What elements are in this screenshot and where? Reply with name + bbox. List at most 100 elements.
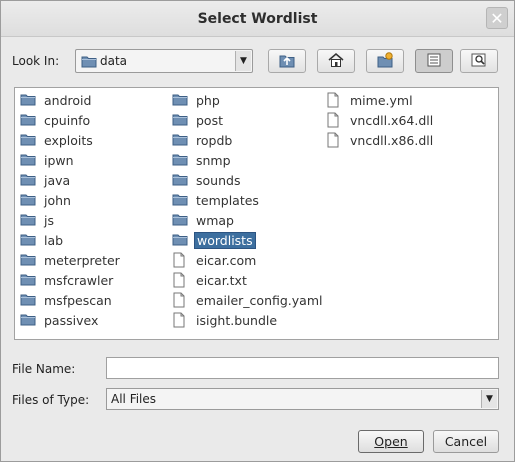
chevron-down-icon[interactable]: ▼ bbox=[481, 390, 497, 408]
folder-icon bbox=[20, 292, 36, 308]
folder-item[interactable]: ropdb bbox=[172, 131, 234, 149]
file-icon bbox=[172, 272, 188, 288]
folder-icon bbox=[20, 92, 36, 108]
folder-icon bbox=[172, 192, 188, 208]
select-wordlist-dialog: Select Wordlist ✕ Look In: data ▼ androi… bbox=[0, 0, 515, 462]
close-icon: ✕ bbox=[490, 8, 504, 28]
file-name-label: ipwn bbox=[44, 152, 74, 168]
folder-item[interactable]: wmap bbox=[172, 211, 236, 229]
close-button[interactable]: ✕ bbox=[486, 7, 508, 29]
folder-item[interactable]: snmp bbox=[172, 151, 233, 169]
file-name-label: passivex bbox=[44, 312, 99, 328]
folder-item[interactable]: cpuinfo bbox=[20, 111, 92, 129]
file-icon bbox=[172, 292, 188, 308]
file-name-label: templates bbox=[196, 192, 259, 208]
file-name-label: emailer_config.yaml bbox=[196, 292, 323, 308]
home-icon bbox=[327, 52, 345, 71]
file-icon bbox=[172, 312, 188, 328]
folder-item[interactable]: post bbox=[172, 111, 225, 129]
files-of-type-value: All Files bbox=[111, 392, 157, 406]
folder-item[interactable]: exploits bbox=[20, 131, 95, 149]
file-name-label: java bbox=[44, 172, 71, 188]
folder-item[interactable]: passivex bbox=[20, 311, 100, 329]
folder-icon bbox=[20, 132, 36, 148]
folder-icon bbox=[20, 212, 36, 228]
folder-item[interactable]: lab bbox=[20, 231, 65, 249]
chevron-down-icon[interactable]: ▼ bbox=[235, 51, 251, 71]
folder-item[interactable]: android bbox=[20, 91, 93, 109]
cancel-button[interactable]: Cancel bbox=[433, 430, 499, 453]
file-name-label: isight.bundle bbox=[196, 312, 278, 328]
details-view-icon bbox=[470, 52, 488, 71]
file-icon bbox=[326, 132, 342, 148]
folder-up-icon bbox=[278, 52, 296, 71]
file-item[interactable]: vncdll.x86.dll bbox=[326, 131, 435, 149]
folder-icon bbox=[20, 312, 36, 328]
file-item[interactable]: eicar.com bbox=[172, 251, 258, 269]
dialog-title: Select Wordlist bbox=[197, 11, 318, 27]
folder-item[interactable]: meterpreter bbox=[20, 251, 122, 269]
folder-item[interactable]: templates bbox=[172, 191, 261, 209]
folder-icon bbox=[172, 152, 188, 168]
file-name-label: wmap bbox=[196, 212, 234, 228]
folder-icon bbox=[20, 232, 36, 248]
folder-icon bbox=[172, 232, 188, 248]
folder-icon bbox=[172, 212, 188, 228]
files-of-type-label: Files of Type: bbox=[12, 393, 90, 407]
folder-icon bbox=[81, 54, 97, 71]
file-name-label: exploits bbox=[44, 132, 93, 148]
list-view-icon bbox=[426, 53, 442, 70]
folder-icon bbox=[172, 132, 188, 148]
details-view-button[interactable] bbox=[460, 49, 498, 73]
folder-item[interactable]: msfpescan bbox=[20, 291, 114, 309]
file-name-label: msfpescan bbox=[44, 292, 112, 308]
file-item[interactable]: isight.bundle bbox=[172, 311, 279, 329]
file-icon bbox=[326, 92, 342, 108]
look-in-combo[interactable]: data ▼ bbox=[75, 49, 253, 73]
file-name-label: File Name: bbox=[12, 362, 76, 376]
file-item[interactable]: vncdll.x64.dll bbox=[326, 111, 435, 129]
folder-item[interactable]: wordlists bbox=[172, 231, 256, 249]
title-bar[interactable]: Select Wordlist ✕ bbox=[1, 1, 514, 37]
file-name-label: eicar.com bbox=[196, 252, 257, 268]
file-name-label: msfcrawler bbox=[44, 272, 114, 288]
file-item[interactable]: eicar.txt bbox=[172, 271, 249, 289]
file-name-input[interactable] bbox=[106, 357, 499, 379]
folder-icon bbox=[172, 92, 188, 108]
folder-icon bbox=[20, 192, 36, 208]
file-name-label: snmp bbox=[196, 152, 231, 168]
files-of-type-combo[interactable]: All Files ▼ bbox=[106, 388, 499, 410]
folder-icon bbox=[20, 252, 36, 268]
file-icon bbox=[172, 252, 188, 268]
folder-icon bbox=[20, 152, 36, 168]
folder-item[interactable]: java bbox=[20, 171, 72, 189]
look-in-value: data bbox=[100, 54, 128, 68]
home-button[interactable] bbox=[317, 49, 355, 73]
file-name-label: php bbox=[196, 92, 220, 108]
file-item[interactable]: emailer_config.yaml bbox=[172, 291, 324, 309]
file-name-label: post bbox=[196, 112, 223, 128]
file-name-label: sounds bbox=[196, 172, 241, 188]
folder-item[interactable]: js bbox=[20, 211, 56, 229]
folder-item[interactable]: php bbox=[172, 91, 222, 109]
file-item[interactable]: mime.yml bbox=[326, 91, 415, 109]
open-button-label: Open bbox=[374, 434, 408, 449]
file-icon bbox=[326, 112, 342, 128]
new-folder-button[interactable] bbox=[366, 49, 404, 73]
folder-icon bbox=[20, 112, 36, 128]
folder-item[interactable]: msfcrawler bbox=[20, 271, 115, 289]
folder-item[interactable]: ipwn bbox=[20, 151, 76, 169]
file-name-label: mime.yml bbox=[350, 92, 413, 108]
new-folder-icon bbox=[376, 51, 394, 71]
file-name-label: cpuinfo bbox=[44, 112, 91, 128]
look-in-label: Look In: bbox=[12, 54, 60, 68]
open-button[interactable]: Open bbox=[358, 430, 424, 453]
folder-icon bbox=[20, 272, 36, 288]
file-name-label: eicar.txt bbox=[196, 272, 247, 288]
folder-item[interactable]: john bbox=[20, 191, 73, 209]
folder-icon bbox=[172, 112, 188, 128]
list-view-button[interactable] bbox=[415, 49, 453, 73]
up-one-level-button[interactable] bbox=[268, 49, 306, 73]
file-list[interactable]: android cpuinfo exploits ipwn java john js lab m… bbox=[14, 87, 499, 340]
folder-item[interactable]: sounds bbox=[172, 171, 242, 189]
